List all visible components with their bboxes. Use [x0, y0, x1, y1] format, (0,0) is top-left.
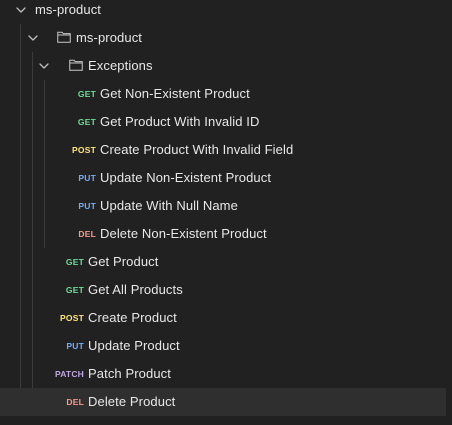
request-name: Get Product With Invalid ID: [100, 114, 260, 129]
method-badge: POST: [60, 313, 84, 323]
request-item[interactable]: POST Create Product: [0, 304, 446, 332]
collection-name: ms-product: [35, 2, 102, 17]
folder-name: ms-product: [76, 30, 143, 45]
request-name: Get Product: [88, 254, 159, 269]
request-name: Create Product With Invalid Field: [100, 142, 294, 157]
method-badge: PUT: [78, 201, 96, 211]
request-item[interactable]: PUT Update With Null Name: [0, 192, 446, 220]
request-item[interactable]: DEL Delete Non-Existent Product: [0, 220, 446, 248]
request-name: Get All Products: [88, 282, 183, 297]
request-name: Create Product: [88, 310, 177, 325]
folder-ms-product[interactable]: ms-product: [0, 24, 446, 52]
folder-icon: [69, 59, 83, 71]
request-name: Update Product: [88, 338, 180, 353]
request-item-selected[interactable]: DEL Delete Product: [0, 388, 446, 416]
request-item[interactable]: GET Get Product: [0, 248, 446, 276]
chevron-down-icon[interactable]: [38, 60, 50, 72]
method-badge: PATCH: [54, 369, 84, 379]
folder-name: Exceptions: [88, 58, 153, 73]
method-badge: GET: [77, 117, 96, 127]
method-badge: GET: [65, 285, 84, 295]
method-badge: DEL: [66, 397, 84, 407]
request-item[interactable]: PUT Update Product: [0, 332, 446, 360]
method-badge: DEL: [78, 229, 96, 239]
request-item[interactable]: PUT Update Non-Existent Product: [0, 164, 446, 192]
request-item[interactable]: PATCH Patch Product: [0, 360, 446, 388]
request-name: Delete Product: [88, 394, 176, 409]
request-item[interactable]: POST Create Product With Invalid Field: [0, 136, 446, 164]
method-badge: PUT: [66, 341, 84, 351]
request-name: Update Non-Existent Product: [100, 170, 272, 185]
request-item[interactable]: GET Get Product With Invalid ID: [0, 108, 446, 136]
request-name: Get Non-Existent Product: [100, 86, 250, 101]
request-name: Delete Non-Existent Product: [100, 226, 267, 241]
request-name: Update With Null Name: [100, 198, 238, 213]
method-badge: GET: [77, 89, 96, 99]
folder-exceptions[interactable]: Exceptions: [0, 52, 446, 80]
folder-icon: [57, 31, 71, 43]
collection-tree: ms-product ms-product Exceptions GET Get…: [0, 0, 452, 425]
chevron-down-icon[interactable]: [27, 32, 39, 44]
method-badge: PUT: [78, 173, 96, 183]
method-badge: POST: [72, 145, 96, 155]
request-name: Patch Product: [88, 366, 171, 381]
request-item[interactable]: GET Get Non-Existent Product: [0, 80, 446, 108]
request-item[interactable]: GET Get All Products: [0, 276, 446, 304]
chevron-down-icon[interactable]: [15, 4, 27, 16]
method-badge: GET: [65, 257, 84, 267]
collection-ms-product[interactable]: ms-product: [0, 0, 446, 24]
